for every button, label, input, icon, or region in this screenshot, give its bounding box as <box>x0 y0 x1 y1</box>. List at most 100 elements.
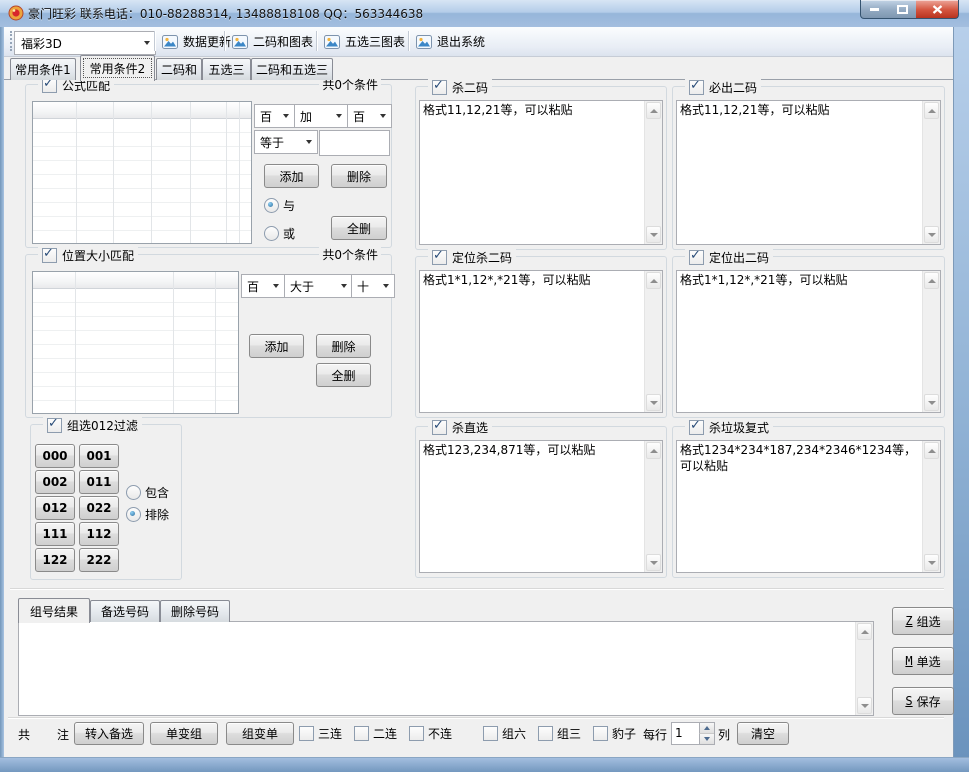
scrollbar[interactable] <box>922 441 940 572</box>
scroll-down-icon[interactable] <box>924 394 939 411</box>
kill-junk-compound-checkbox[interactable] <box>689 420 704 435</box>
formula-add-button[interactable]: 添加 <box>264 164 319 188</box>
digit-button-111[interactable]: 111 <box>35 522 75 546</box>
position-kill-two-code-textarea[interactable]: 格式1*1,12*,*21等，可以粘贴 <box>419 270 663 413</box>
digit-button-112[interactable]: 112 <box>79 522 119 546</box>
position-position2-select[interactable]: 十 <box>351 274 395 298</box>
scrollbar[interactable] <box>855 622 873 715</box>
scroll-up-icon[interactable] <box>924 442 939 459</box>
must-two-code-textarea[interactable]: 格式11,12,21等，可以粘贴 <box>676 100 941 245</box>
formula-or-radio[interactable]: 或 <box>264 225 295 242</box>
position-position-select[interactable]: 百 <box>241 274 285 298</box>
scroll-down-icon[interactable] <box>646 226 661 243</box>
formula-operator-select[interactable]: 加 <box>294 104 348 128</box>
group-select-button[interactable]: Z组选 <box>892 607 954 635</box>
scroll-up-icon[interactable] <box>646 442 661 459</box>
formula-delete-button[interactable]: 删除 <box>331 164 387 188</box>
kill-two-code-checkbox[interactable] <box>432 80 447 95</box>
digit-button-011[interactable]: 011 <box>79 470 119 494</box>
result-tab-candidates[interactable]: 备选号码 <box>90 600 160 622</box>
three-consecutive-checkbox[interactable]: 三连 <box>299 725 342 742</box>
tab-common-2[interactable]: 常用条件2 <box>80 55 155 81</box>
formula-delete-all-button[interactable]: 全删 <box>331 216 387 240</box>
digit-button-022[interactable]: 022 <box>79 496 119 520</box>
digit-button-001[interactable]: 001 <box>79 444 119 468</box>
kill-direct-checkbox[interactable] <box>432 420 447 435</box>
position-out-two-code-textarea[interactable]: 格式1*1,12*,*21等，可以粘贴 <box>676 270 941 413</box>
per-row-stepper[interactable] <box>671 722 715 745</box>
scrollbar[interactable] <box>922 101 940 244</box>
scrollbar[interactable] <box>922 271 940 412</box>
maximize-button[interactable] <box>888 0 917 19</box>
result-tab-numbers[interactable]: 组号结果 <box>18 598 90 623</box>
move-to-candidates-button[interactable]: 转入备选 <box>74 722 144 745</box>
single-to-group-button[interactable]: 单变组 <box>150 722 218 745</box>
spinner-up-icon[interactable] <box>699 723 714 734</box>
tab-two-code-sum[interactable]: 二码和 <box>156 58 202 80</box>
single-select-button[interactable]: M单选 <box>892 647 954 675</box>
close-button[interactable] <box>916 0 959 19</box>
must-two-code-checkbox[interactable] <box>689 80 704 95</box>
per-row-input[interactable] <box>673 724 699 741</box>
group-six-checkbox[interactable]: 组六 <box>483 725 526 742</box>
formula-position1-select[interactable]: 百 <box>254 104 295 128</box>
scroll-up-icon[interactable] <box>924 102 939 119</box>
exit-system-button[interactable]: 退出系统 <box>412 30 489 53</box>
position-add-button[interactable]: 添加 <box>249 334 304 358</box>
result-tab-deleted[interactable]: 删除号码 <box>160 600 230 622</box>
grid-column-line <box>239 102 240 243</box>
scrollbar[interactable] <box>644 101 662 244</box>
position-compare-select[interactable]: 大于 <box>284 274 353 298</box>
save-button[interactable]: S保存 <box>892 687 954 715</box>
spinner-down-icon[interactable] <box>699 734 714 744</box>
digit-button-000[interactable]: 000 <box>35 444 75 468</box>
scroll-down-icon[interactable] <box>857 697 872 714</box>
scroll-up-icon[interactable] <box>924 272 939 289</box>
digit-button-222[interactable]: 222 <box>79 548 119 572</box>
group012-include-radio[interactable]: 包含 <box>126 484 169 501</box>
lottery-type-select[interactable]: 福彩3D <box>14 31 156 55</box>
non-consecutive-checkbox[interactable]: 不连 <box>409 725 452 742</box>
digit-button-122[interactable]: 122 <box>35 548 75 572</box>
position-delete-all-button[interactable]: 全删 <box>316 363 371 387</box>
scrollbar[interactable] <box>644 271 662 412</box>
scroll-up-icon[interactable] <box>857 623 872 640</box>
position-match-checkbox[interactable] <box>42 248 57 263</box>
group012-checkbox[interactable] <box>47 418 62 433</box>
digit-button-002[interactable]: 002 <box>35 470 75 494</box>
scroll-up-icon[interactable] <box>646 102 661 119</box>
scroll-down-icon[interactable] <box>924 554 939 571</box>
scroll-up-icon[interactable] <box>646 272 661 289</box>
tab-two-code-and-five-pick-three[interactable]: 二码和五选三 <box>251 58 333 80</box>
formula-position2-select[interactable]: 百 <box>347 104 392 128</box>
scroll-down-icon[interactable] <box>924 226 939 243</box>
two-code-sum-chart-button[interactable]: 二码和图表 <box>228 30 317 53</box>
minimize-button[interactable] <box>860 0 890 19</box>
scroll-down-icon[interactable] <box>646 554 661 571</box>
formula-conditions-grid[interactable] <box>32 101 252 244</box>
position-out-two-code-checkbox[interactable] <box>689 250 704 265</box>
position-delete-button[interactable]: 删除 <box>316 334 371 358</box>
kill-two-code-textarea[interactable]: 格式11,12,21等，可以粘贴 <box>419 100 663 245</box>
tab-five-pick-three[interactable]: 五选三 <box>202 58 251 80</box>
clear-button[interactable]: 清空 <box>737 722 789 745</box>
scroll-down-icon[interactable] <box>646 394 661 411</box>
result-textarea[interactable] <box>18 621 874 716</box>
kill-junk-compound-textarea[interactable]: 格式1234*234*187,234*2346*1234等，可以粘贴 <box>676 440 941 573</box>
formula-compare-select[interactable]: 等于 <box>254 130 318 154</box>
position-conditions-grid[interactable] <box>32 271 239 414</box>
tab-common-1[interactable]: 常用条件1 <box>10 58 76 80</box>
group-to-single-button[interactable]: 组变单 <box>226 722 294 745</box>
position-kill-two-code-checkbox[interactable] <box>432 250 447 265</box>
group012-filter-group: 组选012过滤 000 001 002 011 012 022 111 112 … <box>30 424 182 580</box>
triple-checkbox[interactable]: 豹子 <box>593 725 636 742</box>
formula-and-radio[interactable]: 与 <box>264 197 295 214</box>
group012-exclude-radio[interactable]: 排除 <box>126 506 169 523</box>
group-three-checkbox[interactable]: 组三 <box>538 725 581 742</box>
digit-button-012[interactable]: 012 <box>35 496 75 520</box>
two-consecutive-checkbox[interactable]: 二连 <box>354 725 397 742</box>
five-pick-three-chart-button[interactable]: 五选三图表 <box>320 30 409 53</box>
scrollbar[interactable] <box>644 441 662 572</box>
formula-value-input[interactable] <box>319 130 390 156</box>
kill-direct-textarea[interactable]: 格式123,234,871等，可以粘贴 <box>419 440 663 573</box>
